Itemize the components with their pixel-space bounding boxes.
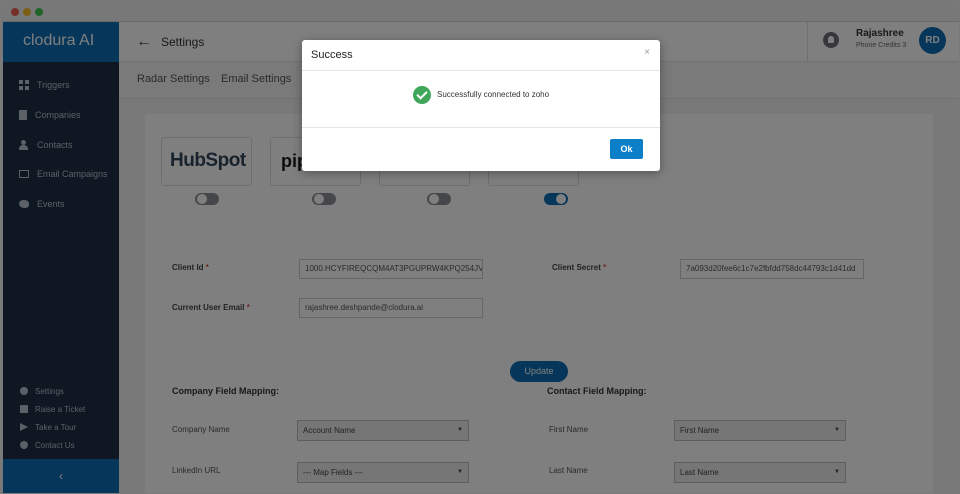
dialog-message: Successfully connected to zoho	[437, 90, 550, 99]
dialog-divider	[302, 127, 660, 128]
success-dialog: Success × Successfully connected to zoho…	[302, 40, 660, 171]
close-icon[interactable]: ×	[644, 47, 650, 58]
ok-button[interactable]: Ok	[610, 139, 643, 159]
browser-window: clodura AI Triggers Companies Contacts E…	[0, 0, 960, 494]
check-circle-icon	[413, 86, 431, 104]
dialog-title: Success	[311, 49, 353, 61]
dialog-header: Success ×	[302, 40, 660, 71]
